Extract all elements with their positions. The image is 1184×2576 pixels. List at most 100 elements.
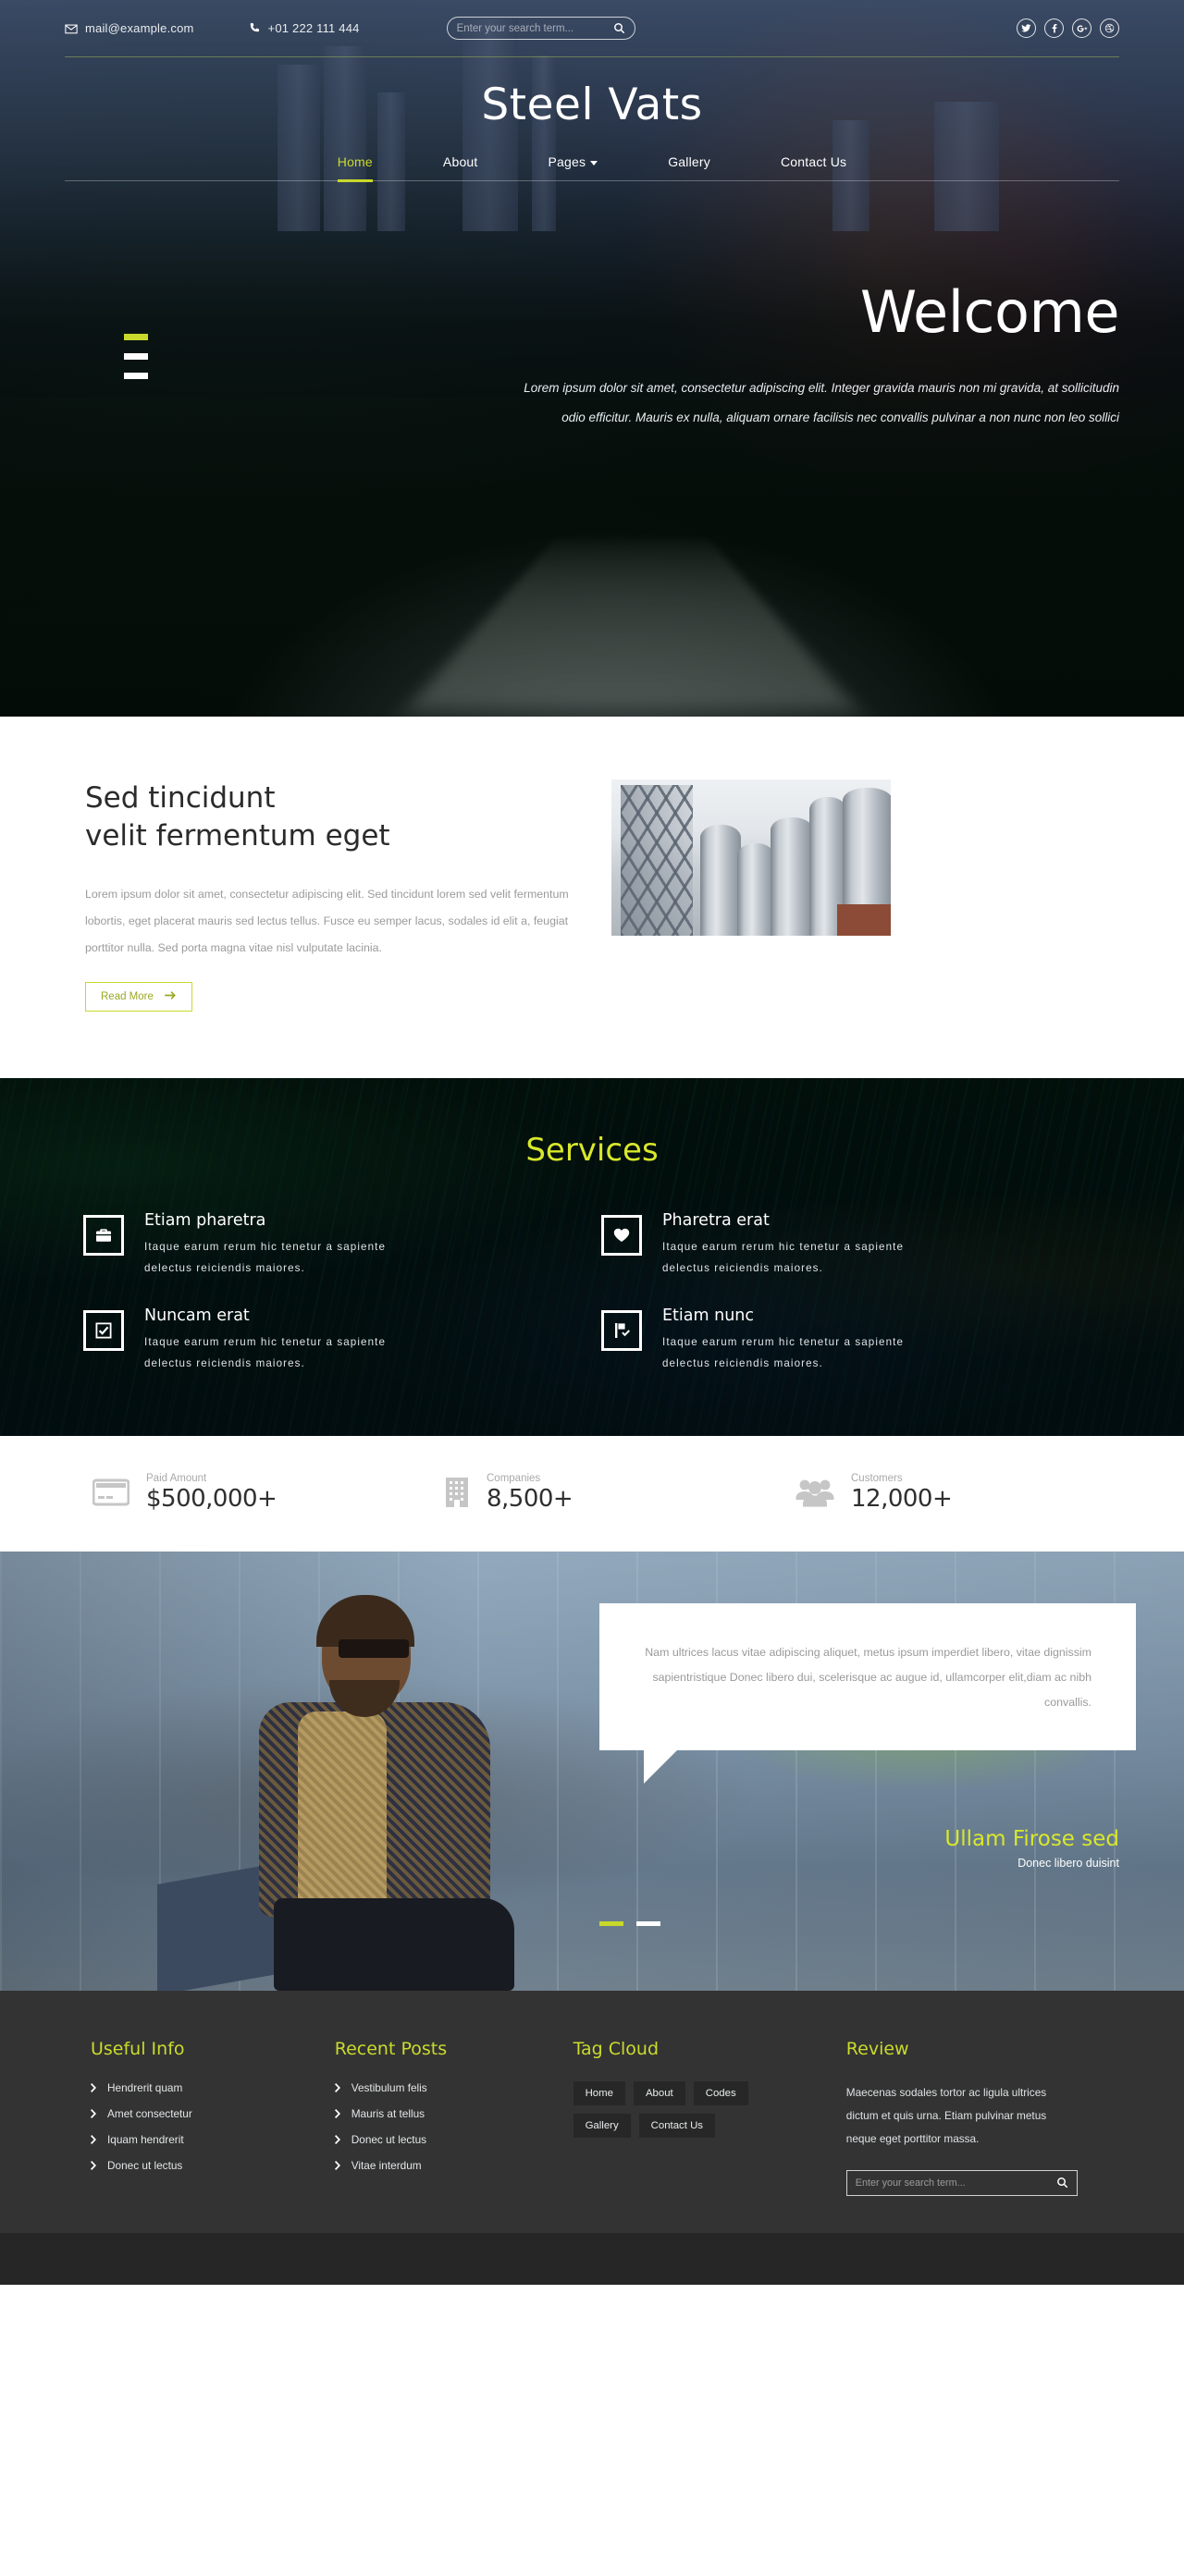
recent-post-link-3[interactable]: Donec ut lectus bbox=[352, 2133, 426, 2146]
service-card-3[interactable]: Nuncam erat Itaque earum rerum hic tenet… bbox=[83, 1306, 601, 1374]
chevron-right-icon bbox=[334, 2082, 342, 2092]
footer-column-recent-posts: Recent Posts Vestibulum felis Mauris at … bbox=[334, 2039, 574, 2196]
nav-item-home[interactable]: Home bbox=[302, 147, 408, 182]
footer-title-review: Review bbox=[845, 2038, 909, 2059]
testimonial-quote-bubble: Nam ultrices lacus vitae adipiscing aliq… bbox=[599, 1602, 1136, 1785]
recent-post-link-2[interactable]: Mauris at tellus bbox=[352, 2107, 425, 2120]
nav-item-pages[interactable]: Pages bbox=[513, 147, 634, 180]
service-card-2[interactable]: Pharetra erat Itaque earum rerum hic ten… bbox=[601, 1211, 1119, 1279]
nav-item-gallery[interactable]: Gallery bbox=[633, 147, 746, 180]
stat-value-customers: 12,000+ bbox=[851, 1484, 953, 1513]
service-text-3: Itaque earum rerum hic tenetur a sapient… bbox=[144, 1336, 386, 1370]
list-item[interactable]: Mauris at tellus bbox=[334, 2107, 574, 2120]
social-dribbble[interactable] bbox=[1100, 18, 1119, 38]
tag-gallery[interactable]: Gallery bbox=[573, 2113, 631, 2138]
nav-label-pages: Pages bbox=[548, 154, 586, 169]
footer-review-text: Maecenas sodales tortor ac ligula ultric… bbox=[845, 2085, 1047, 2146]
useful-info-link-4[interactable]: Donec ut lectus bbox=[107, 2159, 182, 2172]
chevron-right-icon bbox=[91, 2160, 98, 2170]
hero-title: Welcome bbox=[859, 278, 1120, 346]
recent-post-link-1[interactable]: Vestibulum felis bbox=[352, 2081, 427, 2094]
hero-slide: Welcome Lorem ipsum dolor sit amet, cons… bbox=[65, 181, 1120, 667]
services-grid: Etiam pharetra Itaque earum rerum hic te… bbox=[65, 1211, 1119, 1374]
about-section: Sed tincidunt velit fermentum eget Lorem… bbox=[0, 717, 1184, 1079]
list-item[interactable]: Amet consectetur bbox=[91, 2107, 335, 2120]
service-text-2: Itaque earum rerum hic tenetur a sapient… bbox=[662, 1241, 904, 1274]
social-facebook[interactable] bbox=[1044, 18, 1064, 38]
social-twitter[interactable] bbox=[1017, 18, 1036, 38]
nav-label-about: About bbox=[442, 154, 478, 169]
hero-slide-indicator-3[interactable] bbox=[124, 373, 148, 379]
nav-label-gallery: Gallery bbox=[668, 154, 710, 169]
site-footer: Useful Info Hendrerit quam Amet consecte… bbox=[0, 1990, 1184, 2233]
service-title-4: Etiam nunc bbox=[662, 1306, 755, 1326]
testimonial-section: Nam ultrices lacus vitae adipiscing aliq… bbox=[0, 1551, 1184, 1991]
service-title-2: Pharetra erat bbox=[662, 1211, 770, 1231]
heart-icon bbox=[601, 1215, 642, 1257]
list-item[interactable]: Vitae interdum bbox=[334, 2159, 574, 2172]
stat-companies: Companies 8,500+ bbox=[444, 1473, 796, 1513]
list-item[interactable]: Donec ut lectus bbox=[91, 2159, 335, 2172]
chevron-right-icon bbox=[334, 2134, 342, 2144]
site-title: Steel Vats bbox=[481, 80, 703, 130]
contact-email[interactable]: mail@example.com bbox=[65, 21, 194, 35]
read-more-button[interactable]: Read More bbox=[85, 982, 192, 1012]
stats-section: Paid Amount $500,000+ Companies 8,500+ C… bbox=[0, 1435, 1184, 1552]
search-icon[interactable] bbox=[613, 22, 625, 34]
flag-check-icon bbox=[601, 1310, 642, 1352]
list-item[interactable]: Donec ut lectus bbox=[334, 2133, 574, 2146]
chevron-right-icon bbox=[334, 2108, 342, 2118]
stat-label-companies: Companies bbox=[487, 1472, 541, 1484]
tag-about[interactable]: About bbox=[633, 2080, 685, 2105]
stat-customers: Customers 12,000+ bbox=[796, 1473, 953, 1513]
service-title-1: Etiam pharetra bbox=[144, 1211, 266, 1231]
nav-label-contact-us: Contact Us bbox=[780, 154, 847, 169]
service-card-4[interactable]: Etiam nunc Itaque earum rerum hic tenetu… bbox=[601, 1306, 1119, 1374]
tag-home[interactable]: Home bbox=[573, 2080, 625, 2105]
footer-column-useful-info: Useful Info Hendrerit quam Amet consecte… bbox=[91, 2039, 335, 2196]
hero-slide-indicator-1[interactable] bbox=[124, 334, 148, 340]
testimonial-slider-indicators[interactable] bbox=[599, 1920, 660, 1926]
testimonial-slide-indicator-1[interactable] bbox=[599, 1920, 623, 1926]
hero-slider-indicators[interactable] bbox=[124, 334, 148, 379]
useful-info-link-1[interactable]: Hendrerit quam bbox=[107, 2081, 182, 2094]
contact-phone-text: +01 222 111 444 bbox=[267, 21, 360, 35]
tag-codes[interactable]: Codes bbox=[693, 2080, 748, 2105]
contact-phone[interactable]: +01 222 111 444 bbox=[248, 21, 360, 35]
list-item[interactable]: Iquam hendrerit bbox=[91, 2133, 335, 2146]
header-search-box[interactable] bbox=[446, 17, 635, 40]
building-icon bbox=[444, 1477, 470, 1508]
search-input[interactable] bbox=[456, 22, 613, 34]
nav-item-about[interactable]: About bbox=[408, 147, 513, 180]
check-square-icon bbox=[83, 1310, 124, 1352]
testimonial-slide-indicator-2[interactable] bbox=[636, 1920, 660, 1926]
footer-search-box[interactable] bbox=[845, 2169, 1078, 2196]
hero-slide-indicator-2[interactable] bbox=[124, 353, 148, 360]
chevron-right-icon bbox=[334, 2160, 342, 2170]
recent-post-link-4[interactable]: Vitae interdum bbox=[352, 2159, 422, 2172]
footer-bottom-bar bbox=[0, 2232, 1184, 2285]
users-icon bbox=[796, 1478, 834, 1507]
social-google-plus[interactable] bbox=[1072, 18, 1092, 38]
about-heading-line2: velit fermentum eget bbox=[85, 818, 390, 853]
about-image-column bbox=[611, 779, 1102, 936]
main-navigation: Home About Pages Gallery Contact Us bbox=[65, 147, 1119, 182]
chevron-down-icon bbox=[590, 160, 598, 166]
testimonial-author: Ullam Firose sed Donec libero duisint bbox=[944, 1827, 1119, 1870]
social-links bbox=[1017, 18, 1119, 38]
service-card-1[interactable]: Etiam pharetra Itaque earum rerum hic te… bbox=[83, 1211, 601, 1279]
nav-item-contact-us[interactable]: Contact Us bbox=[746, 147, 882, 180]
search-icon[interactable] bbox=[1056, 2177, 1068, 2189]
tag-contact-us[interactable]: Contact Us bbox=[638, 2113, 715, 2138]
about-text-column: Sed tincidunt velit fermentum eget Lorem… bbox=[65, 779, 569, 1012]
contact-email-text: mail@example.com bbox=[85, 21, 194, 35]
chevron-right-icon bbox=[91, 2134, 98, 2144]
footer-search-input[interactable] bbox=[855, 2177, 1056, 2189]
hero-section: mail@example.com +01 222 111 444 Enter y… bbox=[0, 0, 1184, 717]
list-item[interactable]: Vestibulum felis bbox=[334, 2081, 574, 2094]
list-item[interactable]: Hendrerit quam bbox=[91, 2081, 335, 2094]
useful-info-link-2[interactable]: Amet consectetur bbox=[107, 2107, 192, 2120]
testimonial-quote-text: Nam ultrices lacus vitae adipiscing aliq… bbox=[645, 1645, 1092, 1710]
testimonial-author-role: Donec libero duisint bbox=[1018, 1856, 1119, 1870]
useful-info-link-3[interactable]: Iquam hendrerit bbox=[107, 2133, 184, 2146]
